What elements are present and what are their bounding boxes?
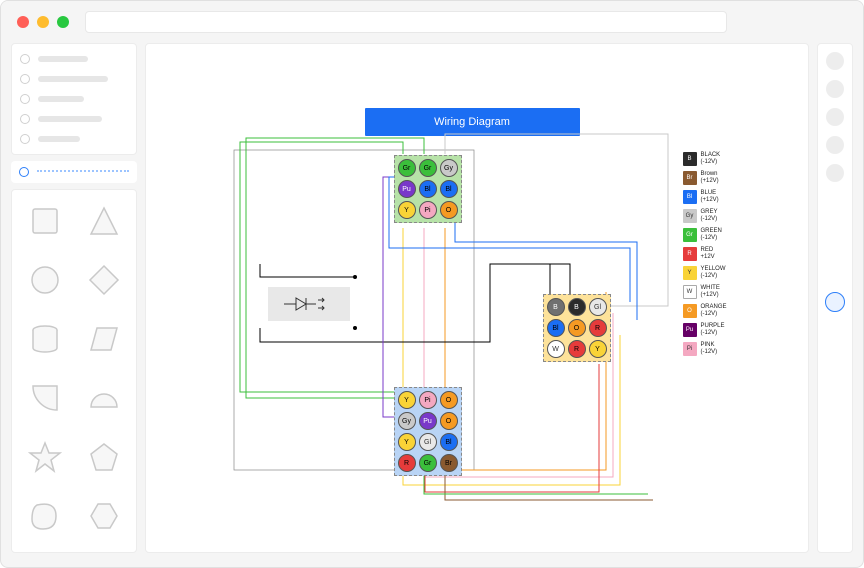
pin-y: Y [589,340,607,358]
shape-star[interactable] [28,440,62,479]
rail-dot[interactable] [826,80,844,98]
layer-row[interactable] [20,54,128,64]
pin-gr: Gr [419,159,437,177]
pin-gr: Gr [419,454,437,472]
shape-pentagon[interactable] [87,440,121,479]
diode-icon [284,294,334,314]
pin-o: O [568,319,586,337]
pin-pi: Pi [419,201,437,219]
layer-row[interactable] [20,94,128,104]
connector-right: BBGlBlORWRY [543,294,611,362]
shape-hexagon[interactable] [87,499,121,538]
right-rail [817,43,853,553]
color-legend: BBLACK(-12V) BrBrown(+12V) BlBLUE(+12V) GyG… [683,152,765,356]
rail-dot[interactable] [826,136,844,154]
pin-o: O [440,201,458,219]
layer-row[interactable] [20,74,128,84]
pin-b: B [547,298,565,316]
legend-pink: PiPINK(-12V) [683,342,765,356]
legend-yellow: YYELLOW(-12V) [683,266,765,280]
legend-brown: BrBrown(+12V) [683,171,765,185]
shape-circle[interactable] [28,263,62,302]
close-button[interactable] [17,16,29,28]
shape-diamond[interactable] [87,263,121,302]
pin-o: O [440,391,458,409]
legend-blue: BlBLUE(+12V) [683,190,765,204]
pin-pi: Pi [419,391,437,409]
pin-bl: Bl [440,180,458,198]
selected-layer-row[interactable] [11,161,137,183]
shape-square[interactable] [28,204,62,243]
rail-dot[interactable] [826,108,844,126]
legend-purple: PuPURPLE(-12V) [683,323,765,337]
pin-bl: Bl [547,319,565,337]
pin-gl: Gl [589,298,607,316]
rail-dot-selected[interactable] [825,292,845,312]
rail-dot[interactable] [826,164,844,182]
rail-dot[interactable] [826,52,844,70]
pin-w: W [547,340,565,358]
legend-orange: OORANGE(-12V) [683,304,765,318]
legend-red: RRED+12V [683,247,765,261]
pin-y: Y [398,391,416,409]
titlebar [1,1,863,43]
pin-pu: Pu [398,180,416,198]
led-component [268,287,350,321]
shape-quarter[interactable] [28,381,62,420]
minimize-button[interactable] [37,16,49,28]
pin-gl: Gl [419,433,437,451]
pin-r: R [568,340,586,358]
legend-grey: GyGREY(-12V) [683,209,765,223]
pin-r: R [589,319,607,337]
pin-gy: Gy [398,412,416,430]
shape-halfcircle[interactable] [87,381,121,420]
address-bar[interactable] [85,11,727,33]
pin-pu: Pu [419,412,437,430]
canvas-area[interactable]: Wiring Diagram [145,43,809,553]
left-sidebar [11,43,137,553]
pin-gy: Gy [440,159,458,177]
pin-b: B [568,298,586,316]
pin-r: R [398,454,416,472]
pin-y: Y [398,201,416,219]
legend-green: GrGREEN(-12V) [683,228,765,242]
shape-triangle[interactable] [87,204,121,243]
shape-parallelogram[interactable] [87,322,121,361]
pin-bl: Bl [419,180,437,198]
legend-black: BBLACK(-12V) [683,152,765,166]
pin-y: Y [398,433,416,451]
pin-bl: Bl [440,433,458,451]
pin-gr: Gr [398,159,416,177]
diagram-canvas: Wiring Diagram [190,82,765,514]
shape-cylinder[interactable] [28,322,62,361]
shape-blob[interactable] [28,499,62,538]
pin-o: O [440,412,458,430]
pin-br: Br [440,454,458,472]
layer-row[interactable] [20,114,128,124]
connector-bottom: YPiOGyPuOYGlBlRGrBr [394,387,462,476]
window-controls [17,16,69,28]
layer-row[interactable] [20,134,128,144]
app-window: Wiring Diagram [0,0,864,568]
legend-white: WWHITE(+12V) [683,285,765,299]
shape-palette [11,189,137,553]
connector-top: GrGrGyPuBlBlYPiO [394,155,462,223]
app-body: Wiring Diagram [1,43,863,567]
layers-panel [11,43,137,155]
maximize-button[interactable] [57,16,69,28]
